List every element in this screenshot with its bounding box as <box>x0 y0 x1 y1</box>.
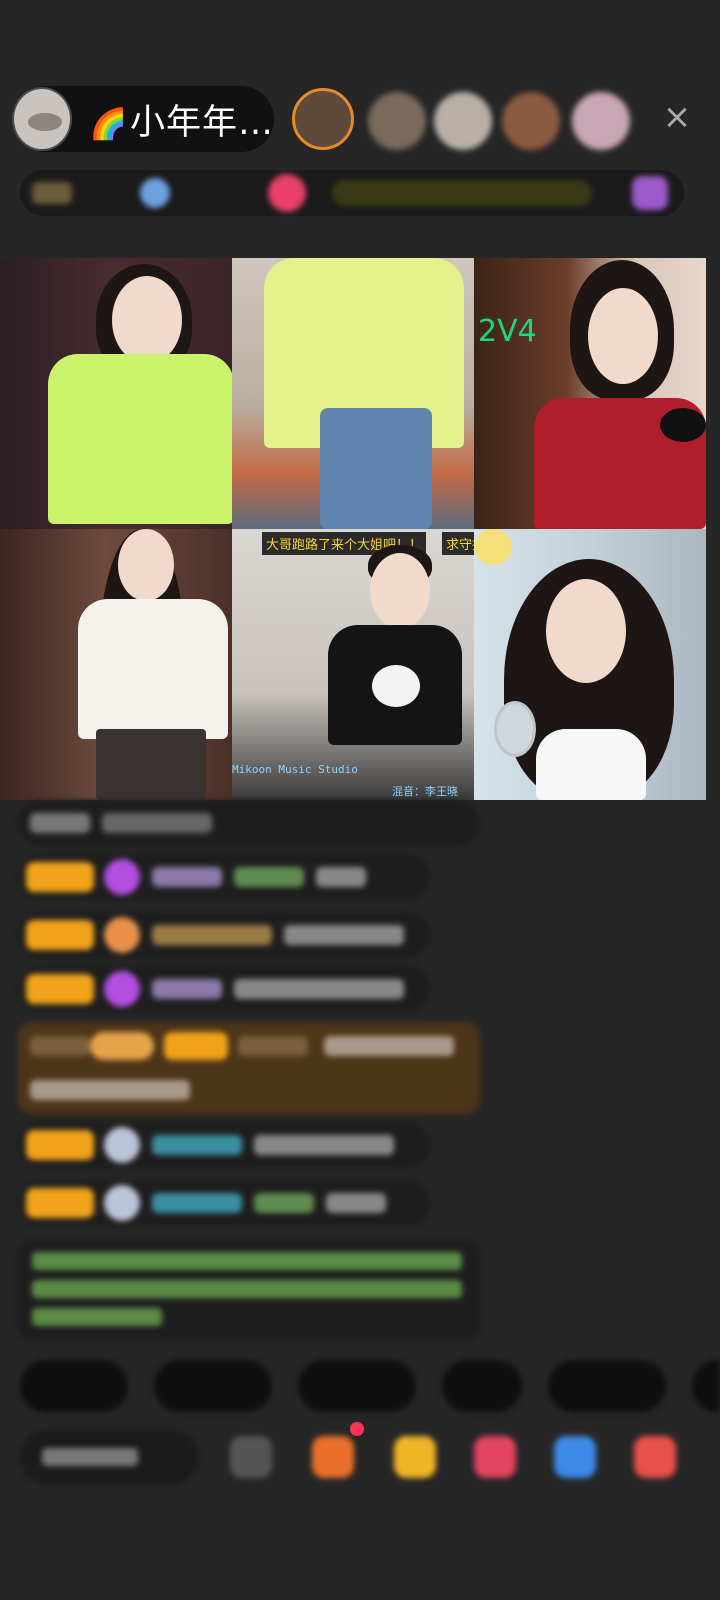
rainbow-icon: 🌈 <box>89 106 128 142</box>
user-avatar <box>104 1127 140 1163</box>
fan-badge <box>26 862 94 892</box>
diamond-icon <box>104 971 140 1007</box>
heat-icon <box>140 178 170 208</box>
microphone-icon <box>494 701 536 757</box>
chat-message[interactable] <box>18 912 430 958</box>
host-info-pill[interactable]: 🌈小年年… <box>12 86 274 152</box>
guest-video-tile-3[interactable]: 2V4 <box>474 258 706 529</box>
studio-watermark: Mikoon Music Studio <box>232 763 358 776</box>
top-viewer-avatar-2[interactable] <box>368 92 426 150</box>
guest-video-tile-2[interactable] <box>232 258 474 529</box>
activity-icon[interactable] <box>632 176 668 210</box>
pk-mode-label: 2V4 <box>478 314 537 349</box>
chat-mission-message[interactable] <box>18 1022 480 1114</box>
fan-club-icon <box>104 917 140 953</box>
chat-message[interactable] <box>18 1122 430 1168</box>
quick-reply-chip-4[interactable] <box>442 1360 522 1412</box>
guest-video-tile-4[interactable] <box>0 529 232 800</box>
room-info-bar[interactable] <box>20 170 684 216</box>
diamond-icon <box>104 859 140 895</box>
guest-banner-text-2: 求守护 <box>442 532 474 555</box>
level-icon <box>32 182 72 204</box>
chat-message[interactable] <box>18 966 430 1012</box>
system-notice-message <box>18 1240 480 1340</box>
microphone-icon <box>660 408 706 442</box>
host-name: 🌈小年年… <box>90 94 274 145</box>
shop-icon[interactable] <box>312 1436 354 1478</box>
chat-input-box[interactable] <box>20 1430 198 1484</box>
share-icon[interactable] <box>554 1436 596 1478</box>
user-avatar <box>104 1185 140 1221</box>
guest-video-tile-1[interactable] <box>0 258 232 529</box>
balloon-decoration <box>474 529 512 565</box>
quick-reply-chip-3[interactable] <box>298 1360 416 1412</box>
panda-print <box>372 665 420 707</box>
fan-badge <box>26 1188 94 1218</box>
menu-icon[interactable] <box>634 1436 676 1478</box>
host-name-text: 小年年… <box>129 102 274 143</box>
fan-badge <box>26 920 94 950</box>
quick-reply-chip-1[interactable] <box>20 1360 128 1412</box>
multi-guest-video-grid: 2V4 大哥跑路了来个大姐吧！！ 求守护 Mikoon Music Studio… <box>0 258 706 800</box>
guest-video-tile-6[interactable] <box>474 529 706 800</box>
quick-reply-chip-5[interactable] <box>548 1360 666 1412</box>
gift-icon[interactable] <box>474 1436 516 1478</box>
fan-badge <box>26 974 94 1004</box>
top-viewer-avatar-3[interactable] <box>434 92 492 150</box>
top-viewer-avatar-5[interactable] <box>572 92 630 150</box>
gift-icon[interactable] <box>268 174 306 212</box>
more-icon[interactable] <box>230 1436 272 1478</box>
top-viewer-avatar-1[interactable] <box>292 88 354 150</box>
top-viewer-avatar-4[interactable] <box>502 92 560 150</box>
chat-message[interactable] <box>18 854 430 900</box>
close-icon[interactable]: × <box>660 100 694 134</box>
mix-credit-text: 混音：李王晓 <box>392 785 458 798</box>
chat-message[interactable] <box>18 800 480 846</box>
chat-message[interactable] <box>18 1180 430 1226</box>
gift-bag-icon[interactable] <box>394 1436 436 1478</box>
host-avatar[interactable] <box>12 87 72 151</box>
activity-banner[interactable] <box>332 180 592 206</box>
guest-video-tile-5[interactable]: 大哥跑路了来个大姐吧！！ 求守护 Mikoon Music Studio 混音：… <box>232 529 474 800</box>
notification-dot <box>350 1422 364 1436</box>
quick-reply-chip-2[interactable] <box>154 1360 272 1412</box>
quick-reply-chip-6[interactable] <box>692 1360 720 1412</box>
fan-badge <box>26 1130 94 1160</box>
